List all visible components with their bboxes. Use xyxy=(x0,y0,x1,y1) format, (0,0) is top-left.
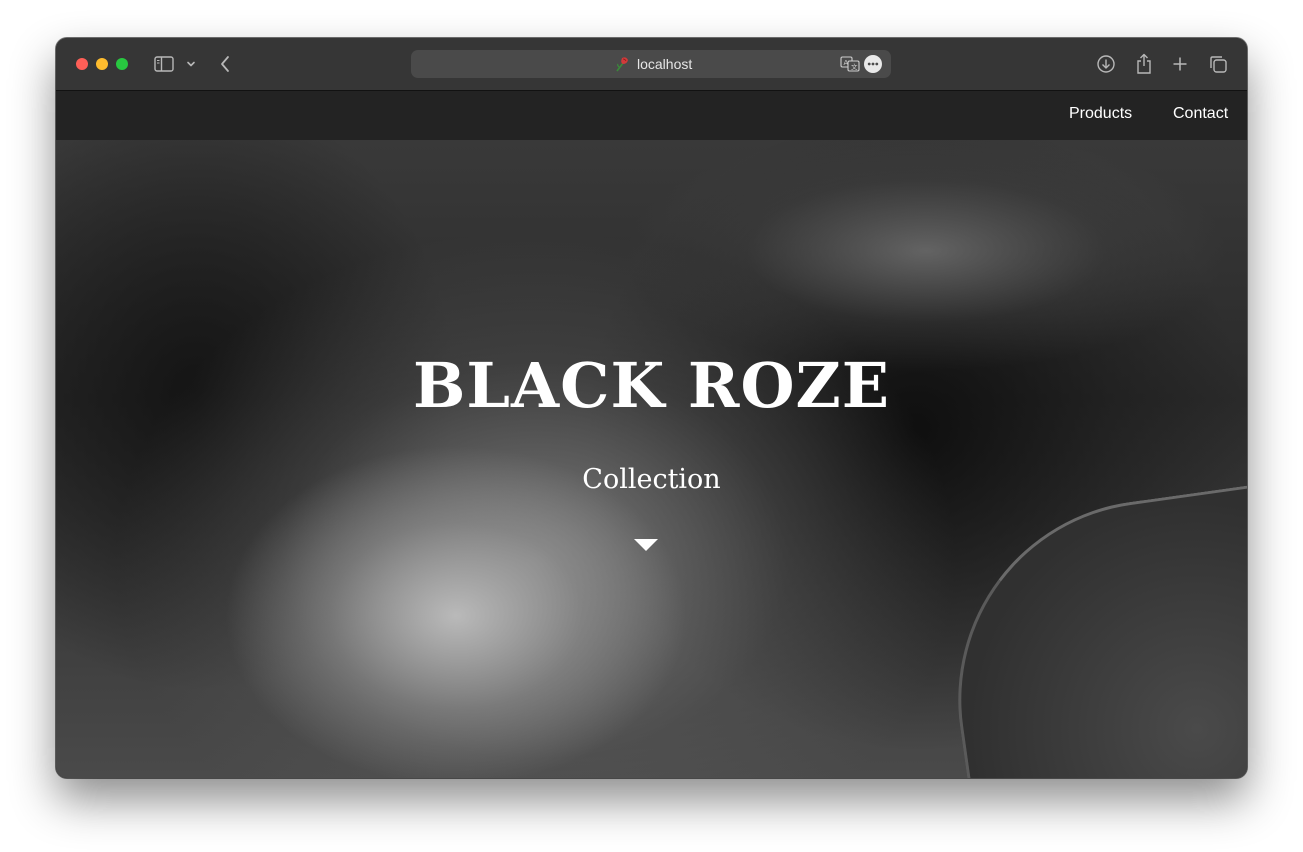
download-icon[interactable] xyxy=(1095,52,1117,76)
chevron-left-icon[interactable] xyxy=(218,52,232,76)
triangle-down-icon[interactable] xyxy=(634,539,658,551)
chevron-down-icon[interactable] xyxy=(185,52,197,76)
url-text: localhost xyxy=(637,56,693,72)
nav-link-products[interactable]: Products xyxy=(1069,105,1132,123)
zoom-window-button[interactable] xyxy=(116,58,128,70)
minimize-window-button[interactable] xyxy=(96,58,108,70)
svg-text:文: 文 xyxy=(851,62,858,71)
tabs-overview-icon[interactable] xyxy=(1207,52,1229,76)
ellipsis-icon[interactable] xyxy=(864,55,882,73)
hero-title: BLACK ROZE xyxy=(413,349,890,422)
close-window-button[interactable] xyxy=(76,58,88,70)
rose-icon xyxy=(614,56,630,72)
site-navbar: Products Contact xyxy=(56,91,1247,140)
sidebar-icon[interactable] xyxy=(153,52,175,76)
plus-icon[interactable] xyxy=(1170,52,1190,76)
browser-window: localhost A 文 Products Contact BLACK ROZ… xyxy=(56,38,1247,778)
hero-subtitle: Collection xyxy=(582,464,721,495)
share-icon[interactable] xyxy=(1134,52,1154,76)
nav-link-contact[interactable]: Contact xyxy=(1173,105,1228,123)
svg-text:A: A xyxy=(844,59,849,67)
translate-icon[interactable]: A 文 xyxy=(840,56,860,72)
address-bar[interactable]: localhost A 文 xyxy=(411,50,891,78)
web-page: Products Contact BLACK ROZE Collection xyxy=(56,91,1247,778)
browser-toolbar: localhost A 文 xyxy=(56,38,1247,91)
